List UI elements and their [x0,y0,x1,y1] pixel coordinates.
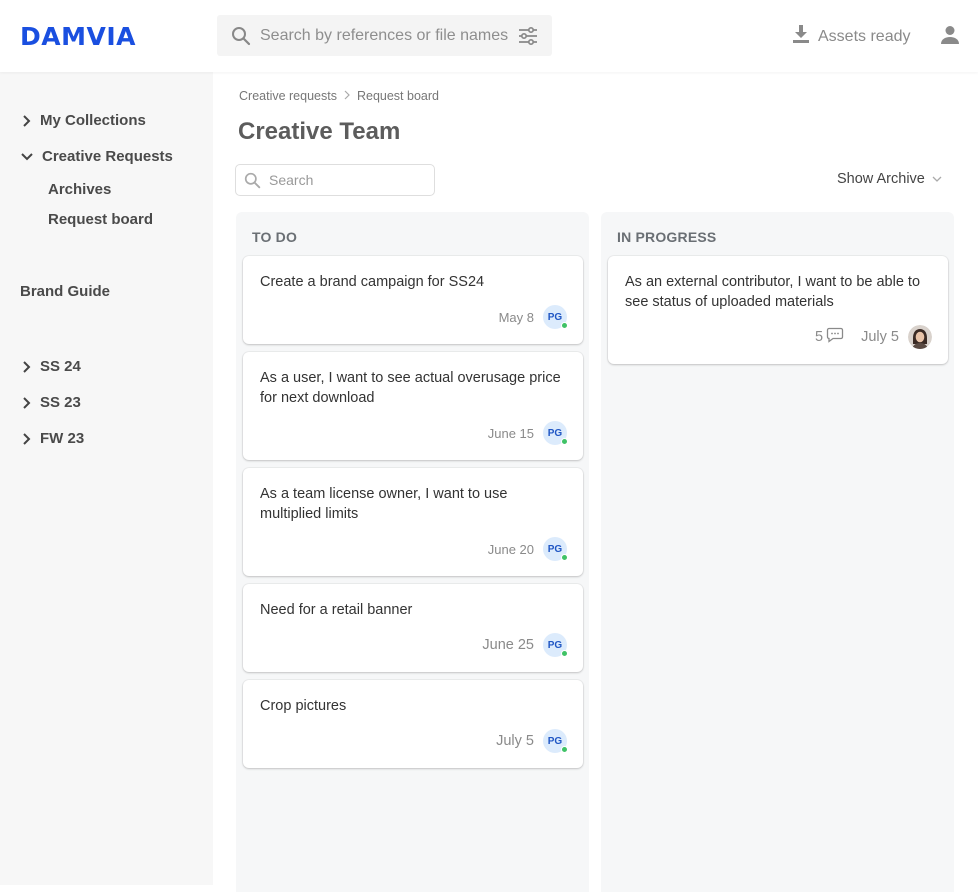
online-status-dot [561,554,568,561]
breadcrumb-separator-icon [343,89,351,103]
assignee-avatar: PG [543,633,568,657]
task-card[interactable]: Create a brand campaign for SS24 May 8 P… [243,256,583,344]
sidebar-item-creative-requests[interactable]: Creative Requests [20,148,173,165]
search-icon [244,172,261,194]
column-in-progress: IN PROGRESS As an external contributor, … [601,212,954,892]
online-status-dot [561,746,568,753]
card-meta: June 20 PG [487,537,568,561]
assignee-avatar: PG [543,729,568,753]
global-search-bar[interactable] [217,15,552,56]
sidebar-item-label: Brand Guide [20,283,111,300]
page-title: Creative Team [238,118,401,145]
sidebar-item-label: Archives [48,181,112,198]
sidebar-item-label: SS 23 [40,394,81,411]
chevron-right-icon [20,432,34,446]
column-title: IN PROGRESS [617,229,717,245]
search-icon [231,26,251,51]
card-meta: July 5 PG [496,729,568,753]
show-archive-label: Show Archive [837,171,925,187]
card-title: Create a brand campaign for SS24 [260,274,485,290]
card-title: As a user, I want to see actual overusag… [260,370,561,406]
show-archive-dropdown[interactable]: Show Archive [837,171,942,187]
user-account-icon[interactable] [939,24,961,51]
sidebar-item-label: Request board [48,211,154,228]
breadcrumb: Creative requests Request board [239,89,439,103]
card-meta: June 25 PG [482,633,568,657]
sidebar-item-my-collections[interactable]: My Collections [20,112,146,129]
task-card[interactable]: Crop pictures July 5 PG [243,680,583,768]
card-title: As an external contributor, I want to be… [625,274,921,310]
chevron-right-icon [20,114,34,128]
logo[interactable]: DAMVIA [20,22,136,51]
chevron-right-icon [20,396,34,410]
column-title: TO DO [252,229,298,245]
sidebar-item-ss24[interactable]: SS 24 [20,358,81,375]
task-card[interactable]: As an external contributor, I want to be… [608,256,948,364]
online-status-dot [561,322,568,329]
sidebar-item-label: FW 23 [40,430,85,447]
online-status-dot [561,650,568,657]
assets-ready-label: Assets ready [818,27,911,45]
card-date: June 25 [482,637,534,653]
assets-ready-button[interactable]: Assets ready [792,24,910,49]
board-search-input[interactable] [269,165,429,195]
card-date: May 8 [498,309,534,325]
online-status-dot [561,438,568,445]
comment-icon [826,327,844,347]
sidebar-item-label: SS 24 [40,358,81,375]
board-search[interactable] [235,164,435,196]
card-title: As a team license owner, I want to use m… [260,486,508,522]
card-title: Need for a retail banner [260,602,413,618]
breadcrumb-link-creative-requests[interactable]: Creative requests [239,89,337,103]
assignee-avatar: PG [543,537,568,561]
task-card[interactable]: Need for a retail banner June 25 PG [243,584,583,672]
chevron-down-icon [932,171,942,187]
task-card[interactable]: As a user, I want to see actual overusag… [243,352,583,460]
sidebar: My Collections Creative Requests Archive… [0,72,213,885]
card-meta: June 15 PG [487,421,568,445]
card-date: June 20 [487,541,534,557]
sidebar-item-request-board[interactable]: Request board [48,211,153,228]
chevron-right-icon [20,360,34,374]
main-content: Creative requests Request board Creative… [213,72,978,892]
card-date: July 5 [861,329,899,345]
card-date: July 5 [496,733,534,749]
breadcrumb-current: Request board [356,89,439,103]
assignee-avatar: PG [543,421,568,445]
card-date: June 15 [487,425,534,441]
sidebar-item-label: Creative Requests [42,148,173,165]
assignee-avatar: PG [543,305,568,329]
card-meta: 5 July 5 [815,325,932,349]
download-icon [792,24,810,49]
card-meta: May 8 PG [498,305,568,329]
sidebar-item-ss23[interactable]: SS 23 [20,394,81,411]
top-bar: DAMVIA Assets ready [0,0,978,72]
chevron-down-icon [20,150,34,164]
sidebar-item-label: My Collections [40,112,146,129]
column-todo: TO DO Create a brand campaign for SS24 M… [236,212,589,892]
filter-sliders-icon[interactable] [517,25,539,52]
task-card[interactable]: As a team license owner, I want to use m… [243,468,583,576]
comment-count: 5 [815,327,844,347]
card-title: Crop pictures [260,698,347,714]
sidebar-item-archives[interactable]: Archives [48,181,111,198]
sidebar-item-brand-guide[interactable]: Brand Guide [20,283,110,300]
assignee-photo-avatar [908,325,932,349]
global-search-input[interactable] [260,15,510,56]
sidebar-item-fw23[interactable]: FW 23 [20,430,84,447]
